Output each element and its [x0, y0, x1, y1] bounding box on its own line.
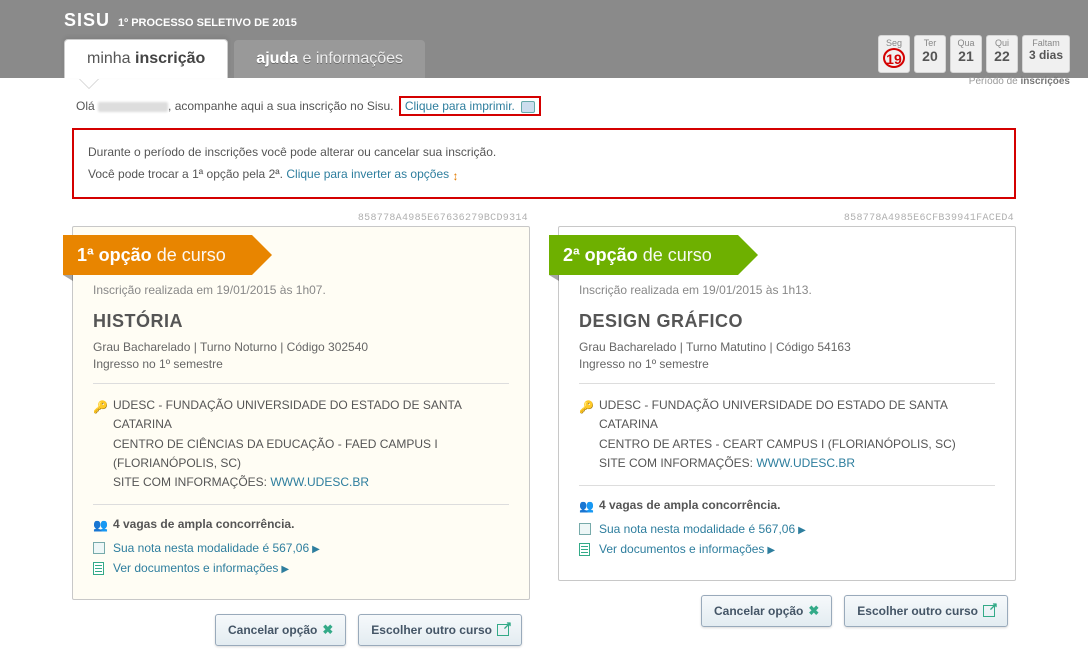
tab-help-info[interactable]: ajuda e informações [234, 40, 425, 78]
option1-campus: CENTRO DE CIÊNCIAS DA EDUCAÇÃO - FAED CA… [113, 435, 509, 473]
option2-vagas: 4 vagas de ampla concorrência. [599, 498, 780, 512]
greeting-ola: Olá [76, 99, 95, 113]
option2-hash: 858778A4985E6CFB39941FACED4 [558, 213, 1016, 224]
option2-course-title: DESIGN GRÁFICO [579, 311, 995, 332]
option2-campus: CENTRO DE ARTES - CEART CAMPUS I (FLORIA… [599, 435, 995, 454]
option1-cancel-button[interactable]: Cancelar opção✖ [215, 614, 346, 646]
option2-university: UDESC - FUNDAÇÃO UNIVERSIDADE DO ESTADO … [599, 396, 995, 434]
close-icon: ✖ [808, 603, 819, 619]
option2-cancel-button[interactable]: Cancelar opção✖ [701, 595, 832, 627]
info-line-2a: Você pode trocar a 1ª opção pela 2ª. [88, 167, 286, 181]
document-icon [93, 562, 104, 575]
days-remaining: Faltam3 dias [1022, 35, 1070, 73]
greeting-rest: , acompanhe aqui a sua inscrição no Sisu… [168, 99, 393, 113]
option1-choose-button[interactable]: Escolher outro curso [358, 614, 522, 646]
option1-university: UDESC - FUNDAÇÃO UNIVERSIDADE DO ESTADO … [113, 396, 509, 434]
option2-course-meta: Grau Bacharelado | Turno Matutino | Códi… [579, 340, 995, 354]
check-icon [579, 523, 591, 535]
info-box: Durante o período de inscrições você pod… [72, 128, 1016, 199]
tab-my-enrollment[interactable]: minha inscrição [64, 39, 228, 78]
option1-ingresso: Ingresso no 1º semestre [93, 357, 509, 371]
check-icon [93, 542, 105, 554]
invert-options-link[interactable]: Clique para inverter as opções [286, 167, 449, 181]
swap-icon [452, 168, 466, 180]
option1-card: 1ª opção de curso Inscrição realizada em… [72, 226, 530, 600]
sisu-logo: SISU [64, 10, 110, 31]
calendar-day: Ter20 [914, 35, 946, 73]
tab-text-bold: inscrição [135, 50, 205, 67]
option2-enroll-date: Inscrição realizada em 19/01/2015 às 1h1… [579, 283, 995, 297]
key-icon: 🔑 [93, 398, 108, 417]
option1-enroll-date: Inscrição realizada em 19/01/2015 às 1h0… [93, 283, 509, 297]
option1-site-link[interactable]: WWW.UDESC.BR [270, 475, 369, 489]
printer-icon [521, 101, 535, 113]
enrollment-calendar: Seg19Ter20Qua21Qui22Faltam3 dias Período… [878, 35, 1070, 87]
option1-course-meta: Grau Bacharelado | Turno Noturno | Códig… [93, 340, 509, 354]
option1-docs-link[interactable]: Ver documentos e informações [113, 561, 278, 575]
info-line-1: Durante o período de inscrições você pod… [88, 142, 1000, 164]
option2-ingresso: Ingresso no 1º semestre [579, 357, 995, 371]
option2-nota-link[interactable]: Sua nota nesta modalidade é 567,06 [599, 522, 795, 536]
option1-vagas: 4 vagas de ampla concorrência. [113, 517, 294, 531]
option1-ribbon: 1ª opção de curso [63, 235, 252, 275]
calendar-day: Qua21 [950, 35, 982, 73]
tab2-rest: e informações [303, 50, 404, 67]
calendar-day: Qui22 [986, 35, 1018, 73]
process-title: 1º PROCESSO SELETIVO DE 2015 [118, 17, 297, 29]
option2-ribbon: 2ª opção de curso [549, 235, 738, 275]
user-name-redacted [98, 102, 168, 112]
calendar-caption: Período de inscrições [878, 76, 1070, 87]
tab-text: minha [87, 50, 135, 67]
external-icon [983, 605, 995, 617]
key-icon: 🔑 [579, 398, 594, 417]
option1-hash: 858778A4985E67636279BCD9314 [72, 213, 530, 224]
option2-docs-link[interactable]: Ver documentos e informações [599, 542, 764, 556]
external-icon [497, 624, 509, 636]
option2-choose-button[interactable]: Escolher outro curso [844, 595, 1008, 627]
print-link[interactable]: Clique para imprimir. [405, 99, 515, 113]
calendar-day: Seg19 [878, 35, 910, 73]
site-label-2: SITE COM INFORMAÇÕES: [599, 456, 756, 470]
close-icon: ✖ [322, 622, 333, 638]
tab2-bold: ajuda [256, 50, 302, 67]
site-label: SITE COM INFORMAÇÕES: [113, 475, 270, 489]
option1-course-title: HISTÓRIA [93, 311, 509, 332]
option2-card: 2ª opção de curso Inscrição realizada em… [558, 226, 1016, 581]
document-icon [579, 543, 590, 556]
people-icon: 👥 [579, 499, 594, 513]
people-icon: 👥 [93, 518, 108, 532]
option1-nota-link[interactable]: Sua nota nesta modalidade é 567,06 [113, 541, 309, 555]
option2-site-link[interactable]: WWW.UDESC.BR [756, 456, 855, 470]
